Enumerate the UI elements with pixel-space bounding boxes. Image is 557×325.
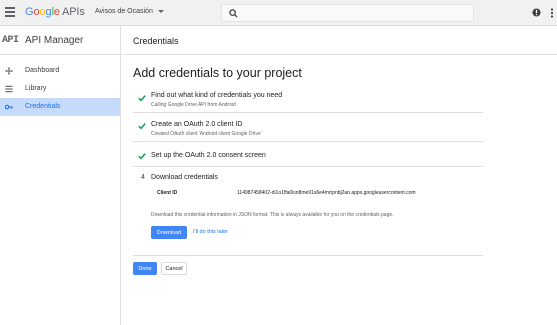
step-number: 4 [141, 174, 145, 181]
help-icon[interactable] [532, 8, 541, 17]
api-manager-icon: API [2, 35, 19, 46]
sidebar-item-label: Library [25, 85, 47, 92]
sidebar-item-credentials[interactable]: Credentials [0, 98, 120, 116]
step-title: Set up the OAuth 2.0 consent screen [151, 152, 266, 159]
step-title: Find out what kind of credentials you ne… [151, 92, 283, 99]
project-selector[interactable]: Avisos de Ocasión [95, 8, 164, 15]
done-button[interactable]: Done [133, 262, 157, 275]
logo-google-text: Google [25, 6, 60, 18]
client-id-value[interactable]: 114987458402-di1o1ffa0isn8me91s6e4mrrpnb… [237, 190, 416, 196]
download-note: Download this credential information in … [151, 212, 394, 218]
wizard-step[interactable]: Find out what kind of credentials you ne… [133, 86, 483, 113]
search-input[interactable] [221, 4, 474, 22]
key-icon [5, 104, 13, 110]
check-icon [138, 95, 146, 102]
chevron-down-icon [157, 9, 164, 13]
page-title: Add credentials to your project [133, 66, 302, 80]
credentials-wizard: Add credentials to your project Find out… [133, 66, 483, 275]
sidebar-item-label: Dashboard [25, 67, 60, 74]
top-app-bar: Google APIs Avisos de Ocasión [0, 0, 557, 26]
step-subtitle: Created OAuth client 'Android client Goo… [151, 131, 262, 137]
do-later-link[interactable]: I'll do this later [193, 229, 228, 235]
client-id-label: Client ID [157, 190, 178, 196]
sidebar-item-label: Credentials [25, 103, 61, 110]
logo-apis-text: APIs [61, 6, 85, 18]
wizard-step[interactable]: Set up the OAuth 2.0 consent screen [133, 143, 483, 167]
step-title: Create an OAuth 2.0 client ID [151, 121, 243, 128]
sidebar: API API Manager Dashboard Library Creden… [0, 26, 121, 325]
sidebar-title: API Manager [25, 35, 84, 46]
wizard-step-current: 4 Download credentials Client ID 1149874… [133, 168, 483, 256]
sidebar-item-library[interactable]: Library [0, 80, 120, 98]
sidebar-header: API API Manager [0, 26, 120, 55]
menu-icon[interactable] [5, 7, 15, 17]
step-subtitle: Calling Google Drive API from Android [151, 102, 236, 108]
more-vert-icon[interactable] [550, 8, 554, 18]
search-icon [229, 9, 238, 18]
sidebar-nav: Dashboard Library Credentials [0, 62, 120, 116]
check-icon [138, 153, 146, 160]
cancel-button[interactable]: Cancel [161, 262, 187, 275]
sidebar-item-dashboard[interactable]: Dashboard [0, 62, 120, 80]
dashboard-icon [5, 67, 13, 75]
project-name: Avisos de Ocasión [95, 8, 153, 15]
library-icon [5, 85, 13, 93]
logo-letter: e [53, 6, 60, 18]
google-apis-logo[interactable]: Google APIs [25, 6, 85, 18]
page-header: Credentials [121, 26, 557, 55]
step-title: Download credentials [151, 174, 218, 181]
wizard-step[interactable]: Create an OAuth 2.0 client ID Created OA… [133, 114, 483, 142]
download-button[interactable]: Download [151, 226, 187, 239]
check-icon [138, 123, 146, 130]
page-header-title: Credentials [133, 36, 179, 46]
